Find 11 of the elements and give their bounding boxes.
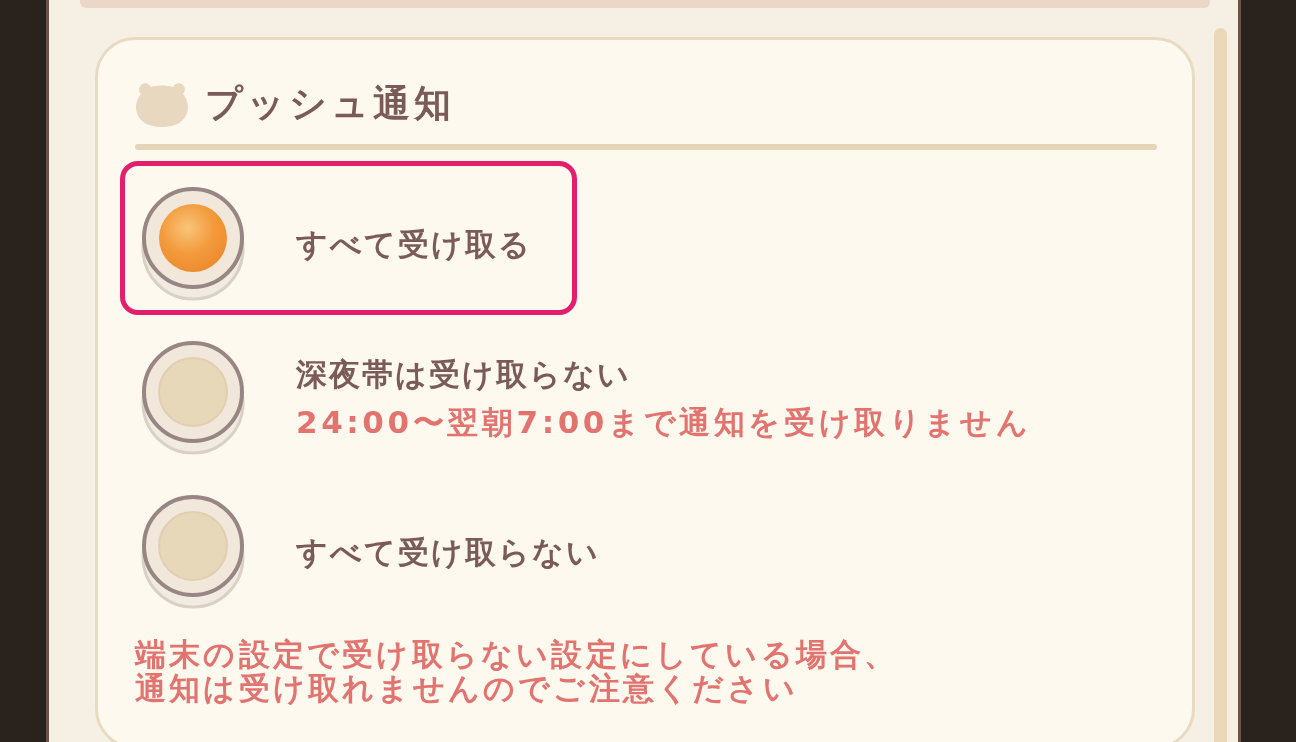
scrollbar[interactable] — [1214, 28, 1227, 742]
section-title: プッシュ通知 — [205, 83, 455, 125]
radio-button[interactable] — [140, 494, 246, 610]
option-label: すべて受け取る — [296, 226, 532, 262]
option-description: 24:00〜翌朝7:00まで通知を受け取りません — [296, 405, 1032, 440]
option-label: 深夜帯は受け取らない — [296, 356, 632, 391]
option-label: すべて受け取らない — [296, 534, 600, 570]
animal-head-icon — [135, 81, 189, 127]
warning-note: 端末の設定で受け取らない設定にしている場合、通知は受け取れませんのでご注意ください — [135, 637, 900, 706]
radio-button[interactable] — [140, 340, 246, 456]
radio-button[interactable] — [140, 186, 246, 302]
